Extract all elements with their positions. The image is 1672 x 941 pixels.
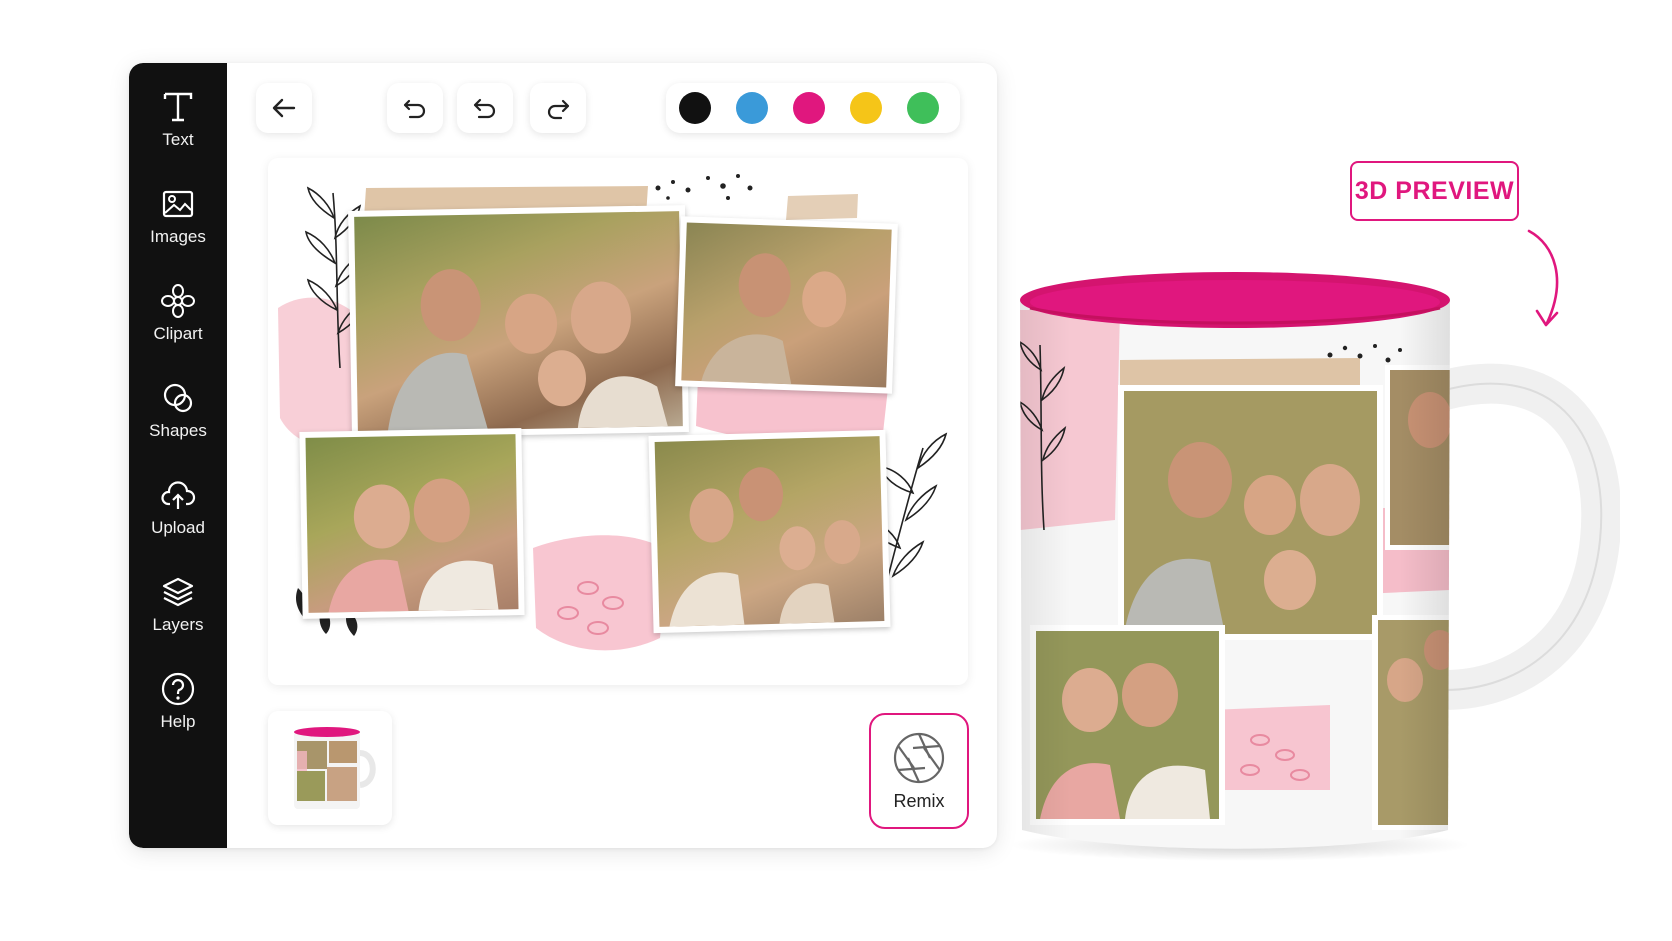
shapes-icon (159, 379, 197, 417)
image-icon (159, 185, 197, 223)
layers-icon (159, 573, 197, 611)
sidebar-item-label: Layers (152, 615, 204, 634)
sidebar-item-label: Clipart (153, 324, 203, 343)
remix-label: Remix (893, 790, 945, 811)
undo-button[interactable] (387, 83, 443, 133)
photo-image (354, 211, 683, 432)
mug-image (1010, 272, 1622, 861)
aperture-icon (893, 732, 945, 783)
design-canvas[interactable] (268, 158, 968, 685)
undo-icon (473, 98, 496, 119)
tool-sidebar: Text Images Clipart Shapes Upload Layers… (129, 63, 227, 848)
collage-photo-couple[interactable] (675, 216, 898, 394)
sidebar-item-shapes[interactable]: Shapes (129, 379, 227, 459)
color-palette (666, 83, 960, 133)
color-swatch-black[interactable] (679, 92, 711, 124)
mug-thumbnail-image (294, 727, 376, 809)
color-swatch-pink[interactable] (793, 92, 825, 124)
flower-icon (159, 282, 197, 320)
sidebar-item-label: Text (162, 130, 194, 149)
cloud-upload-icon (159, 476, 197, 514)
sidebar-item-layers[interactable]: Layers (129, 573, 227, 653)
redo-icon (547, 99, 570, 120)
back-button[interactable] (256, 83, 312, 133)
undo-icon (403, 99, 426, 119)
collage-photo-kids[interactable] (299, 428, 525, 619)
sidebar-item-clipart[interactable]: Clipart (129, 282, 227, 362)
text-icon (159, 88, 197, 126)
sidebar-item-upload[interactable]: Upload (129, 476, 227, 556)
photo-image (654, 436, 885, 627)
undo-step-button[interactable] (457, 83, 513, 133)
collage-photo-group[interactable] (648, 429, 891, 634)
color-swatch-green[interactable] (907, 92, 939, 124)
mug-3d-preview[interactable] (1000, 270, 1622, 870)
product-thumbnail[interactable] (268, 711, 392, 825)
color-swatch-yellow[interactable] (850, 92, 882, 124)
sidebar-item-images[interactable]: Images (129, 185, 227, 265)
3d-preview-badge: 3D PREVIEW (1350, 161, 1519, 221)
sidebar-item-label: Shapes (149, 421, 207, 440)
photo-image (305, 434, 519, 613)
design-editor: Text Images Clipart Shapes Upload Layers… (129, 63, 997, 848)
back-arrow-icon (272, 98, 296, 118)
redo-button[interactable] (530, 83, 586, 133)
sidebar-item-text[interactable]: Text (129, 88, 227, 168)
remix-button[interactable]: Remix (869, 713, 969, 829)
sidebar-item-help[interactable]: Help (129, 670, 227, 750)
sidebar-item-label: Help (160, 712, 196, 731)
color-swatch-blue[interactable] (736, 92, 768, 124)
sidebar-item-label: Images (150, 227, 206, 246)
sidebar-item-label: Upload (151, 518, 205, 537)
help-icon (159, 670, 197, 708)
collage-photo-family[interactable] (348, 205, 689, 438)
photo-image (681, 222, 892, 388)
